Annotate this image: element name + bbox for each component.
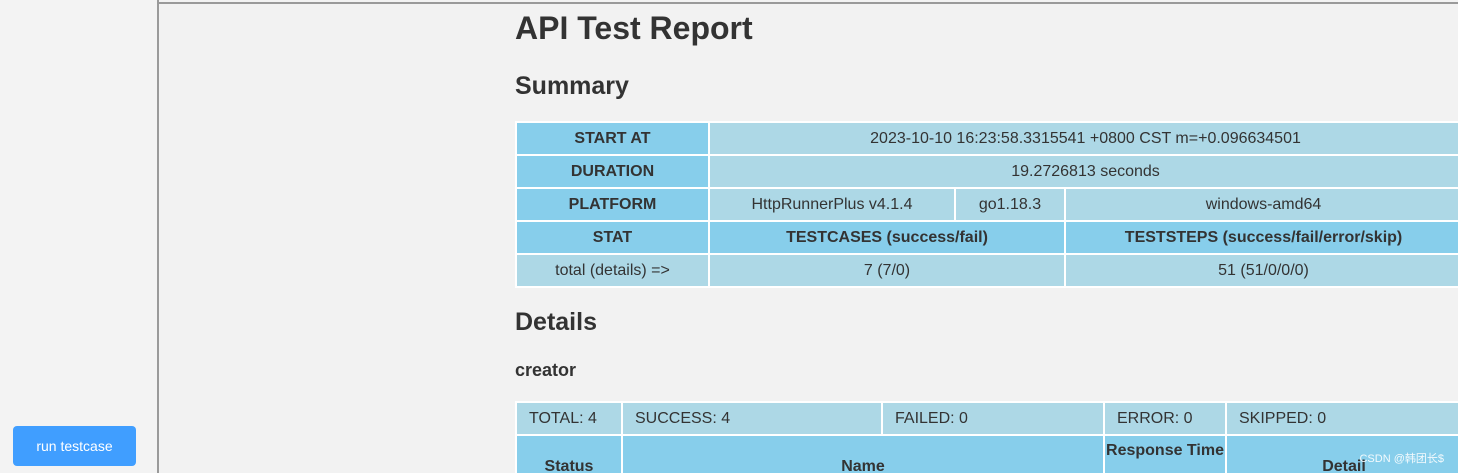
teststeps-value: 51 (51/0/0/0): [1063, 253, 1458, 288]
report-frame[interactable]: API Test Report Summary START AT 2023-10…: [159, 2, 1458, 473]
stat-skipped: SKIPPED: 0: [1225, 401, 1458, 436]
start-at-label: START AT: [515, 121, 710, 156]
summary-row-start: START AT 2023-10-10 16:23:58.3315541 +08…: [515, 121, 1458, 156]
col-name: Name: [621, 434, 1105, 473]
stat-failed: FAILED: 0: [881, 401, 1105, 436]
start-at-value: 2023-10-10 16:23:58.3315541 +0800 CST m=…: [707, 121, 1458, 156]
platform-go: go1.18.3: [954, 187, 1066, 222]
teststeps-label: TESTSTEPS (success/fail/error/skip): [1063, 220, 1458, 255]
summary-row-duration: DURATION 19.2726813 seconds: [515, 154, 1458, 189]
testcase-details-table: TOTAL: 4 SUCCESS: 4 FAILED: 0 ERROR: 0 S…: [515, 401, 1458, 473]
stat-total: TOTAL: 4: [515, 401, 623, 436]
testcase-name: creator: [515, 360, 577, 380]
duration-value: 19.2726813 seconds: [707, 154, 1458, 189]
summary-heading: Summary: [515, 72, 629, 100]
stat-error: ERROR: 0: [1103, 401, 1227, 436]
summary-row-stat: STAT TESTCASES (success/fail) TESTSTEPS …: [515, 220, 1458, 255]
report-title: API Test Report: [515, 10, 753, 46]
testcases-label: TESTCASES (success/fail): [708, 220, 1066, 255]
summary-row-total: total (details) => 7 (7/0) 51 (51/0/0/0): [515, 253, 1458, 288]
left-panel: run testcase: [0, 0, 159, 473]
platform-runner: HttpRunnerPlus v4.1.4: [708, 187, 956, 222]
platform-os: windows-amd64: [1063, 187, 1458, 222]
summary-table: START AT 2023-10-10 16:23:58.3315541 +08…: [515, 121, 1458, 288]
csdn-watermark: CSDN @韩团长$: [1359, 453, 1444, 465]
details-heading: Details: [515, 308, 597, 336]
details-header-row: Status Name Response Time Detail: [515, 434, 1458, 473]
testcase-stats-row: TOTAL: 4 SUCCESS: 4 FAILED: 0 ERROR: 0 S…: [515, 401, 1458, 436]
stat-success: SUCCESS: 4: [621, 401, 883, 436]
testcases-value: 7 (7/0): [708, 253, 1066, 288]
col-status: Status: [515, 434, 623, 473]
stat-label: STAT: [515, 220, 710, 255]
col-response-time: Response Time: [1103, 434, 1227, 473]
total-details-label: total (details) =>: [515, 253, 710, 288]
platform-label: PLATFORM: [515, 187, 710, 222]
run-testcase-button[interactable]: run testcase: [13, 426, 136, 466]
duration-label: DURATION: [515, 154, 710, 189]
summary-row-platform: PLATFORM HttpRunnerPlus v4.1.4 go1.18.3 …: [515, 187, 1458, 222]
